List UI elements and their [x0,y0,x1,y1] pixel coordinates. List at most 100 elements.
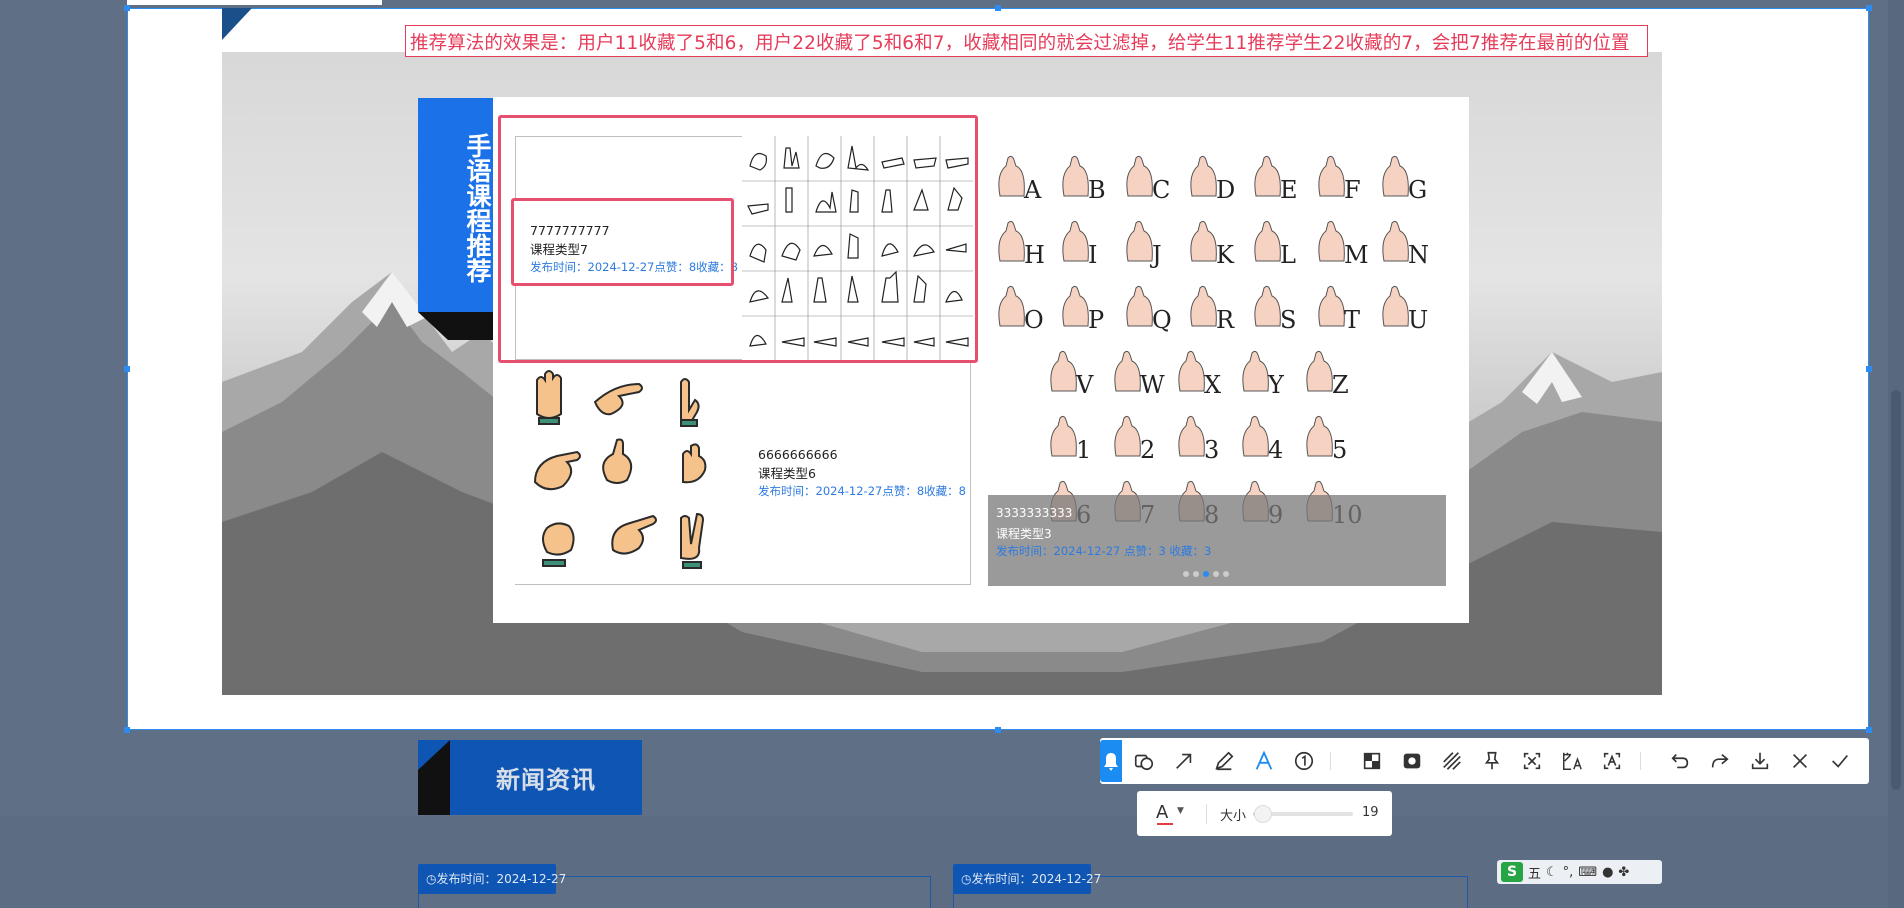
sign-label: 3 [1204,436,1219,464]
toolbar-divider [1640,752,1641,770]
undo-icon[interactable] [1667,748,1693,774]
clock-icon: ◷ [961,872,972,886]
user-icon[interactable]: ● [1602,865,1613,880]
confirm-icon[interactable] [1827,748,1853,774]
text-icon[interactable] [1251,748,1277,774]
sign-hand-S: S [1254,285,1296,334]
chevron-down-icon[interactable]: ▼ [1177,806,1184,816]
pushpin-icon[interactable] [1479,748,1505,774]
hatch-icon[interactable] [1439,748,1465,774]
ime-mode[interactable]: 五 [1528,863,1541,882]
carousel-dot[interactable] [1183,571,1189,577]
resize-handle-top-right[interactable] [1866,5,1872,11]
blur-icon[interactable] [1399,748,1425,774]
font-size-slider-handle[interactable] [1254,805,1272,823]
shape-icon[interactable] [1131,748,1157,774]
font-color-swatch[interactable] [1157,823,1173,825]
annotation-rectangle-small[interactable] [511,198,734,286]
sign-hand-T: T [1318,285,1360,334]
sign-label: X [1204,371,1221,399]
news-date: 发布时间：2024-12-27 [971,872,1102,886]
download-icon[interactable] [1747,748,1773,774]
course-name: 6666666666 [758,447,838,462]
sign-hand-I: I [1062,220,1097,269]
carousel-dot[interactable] [1193,571,1199,577]
ime-logo[interactable]: S [1501,862,1523,882]
resize-handle-top[interactable] [995,5,1001,11]
course-card-6-info[interactable]: 6666666666 课程类型6 发布时间：2024-12-27点赞：8收藏：8 [742,446,970,506]
course-meta: 发布时间：2024-12-27点赞：8收藏：8 [758,484,966,498]
mosaic-icon[interactable] [1359,748,1385,774]
sign-label: T [1344,306,1360,334]
toolbar-divider [1330,752,1331,770]
carousel-course-meta: 发布时间：2024-12-27 点赞：3 收藏：3 [996,544,1212,558]
pen-icon[interactable] [1211,748,1237,774]
sign-hand-C: C [1126,155,1170,204]
sign-hand-N: N [1382,220,1429,269]
section-title: 手语课程推荐 [463,133,492,283]
resize-handle-top-left[interactable] [124,5,130,11]
sign-hand-K: K [1190,220,1235,269]
options-divider [1206,804,1207,824]
sign-label: D [1216,176,1235,204]
sign-label: 2 [1140,436,1155,464]
moon-icon[interactable]: ☾ [1546,865,1558,880]
redo-icon[interactable] [1707,748,1733,774]
carousel-caption[interactable]: 3333333333 课程类型3 发布时间：2024-12-27 点赞：3 收藏… [988,495,1446,586]
sign-label: O [1024,306,1044,334]
sign-label: M [1344,241,1369,269]
annotation-text[interactable]: 推荐算法的效果是：用户11收藏了5和6，用户22收藏了5和6和7，收藏相同的就会… [410,29,1630,55]
sign-label: K [1216,241,1235,269]
keyboard-icon[interactable]: ⌨ [1578,865,1597,880]
translate-icon[interactable] [1559,748,1585,774]
news-section-title: 新闻资讯 [496,766,596,794]
resize-handle-bottom-right[interactable] [1866,727,1872,733]
sign-hand-J: J [1126,220,1162,269]
news-date-tag: ◷发布时间：2024-12-27 [953,864,1101,894]
sign-label: W [1140,371,1165,399]
news-date-tag: ◷发布时间：2024-12-27 [418,864,566,894]
sign-label: Z [1332,371,1349,399]
sign-hand-2: 2 [1114,415,1155,464]
sign-hand-M: M [1318,220,1369,269]
font-color-icon[interactable]: A [1156,802,1168,823]
apps-icon[interactable]: ✤ [1618,865,1629,880]
page-top-tab [127,0,382,5]
sign-hand-G: G [1382,155,1427,204]
sign-hand-U: U [1382,285,1428,334]
sign-label: B [1088,176,1106,204]
pin-icon[interactable] [1100,740,1122,782]
carousel-dot-active[interactable] [1203,571,1209,577]
number-icon[interactable] [1291,748,1317,774]
sign-hand-P: P [1062,285,1104,334]
sign-hand-H: H [998,220,1045,269]
carousel-course-name: 3333333333 [996,506,1073,520]
clock-icon: ◷ [426,872,437,886]
carousel-dot[interactable] [1213,571,1219,577]
sign-hand-Z: Z [1306,350,1349,399]
font-size-value: 19 [1362,805,1379,820]
ocr-icon[interactable] [1519,748,1545,774]
resize-handle-left[interactable] [124,366,130,372]
ime-status-bar[interactable]: S 五 ☾ °, ⌨ ● ✤ [1497,860,1662,884]
resize-handle-bottom[interactable] [995,727,1001,733]
sign-hand-3: 3 [1178,415,1219,464]
arrow-icon[interactable] [1171,748,1197,774]
sign-hand-Y: Y [1242,350,1285,399]
sign-hand-W: W [1114,350,1165,399]
text-scan-icon[interactable] [1599,748,1625,774]
punctuation-icon[interactable]: °, [1563,865,1574,880]
sign-label: Q [1152,306,1172,334]
scrollbar-thumb[interactable] [1891,390,1901,790]
sign-hand-V: V [1050,350,1094,399]
carousel-dot[interactable] [1223,571,1229,577]
close-icon[interactable] [1787,748,1813,774]
resize-handle-right[interactable] [1866,366,1872,372]
sign-label: N [1408,241,1429,269]
sign-label: R [1216,306,1235,334]
resize-handle-bottom-left[interactable] [124,727,130,733]
font-size-label: 大小 [1220,809,1247,824]
sign-hand-O: O [998,285,1044,334]
sign-label: 4 [1268,436,1283,464]
sign-hand-5: 5 [1306,415,1347,464]
